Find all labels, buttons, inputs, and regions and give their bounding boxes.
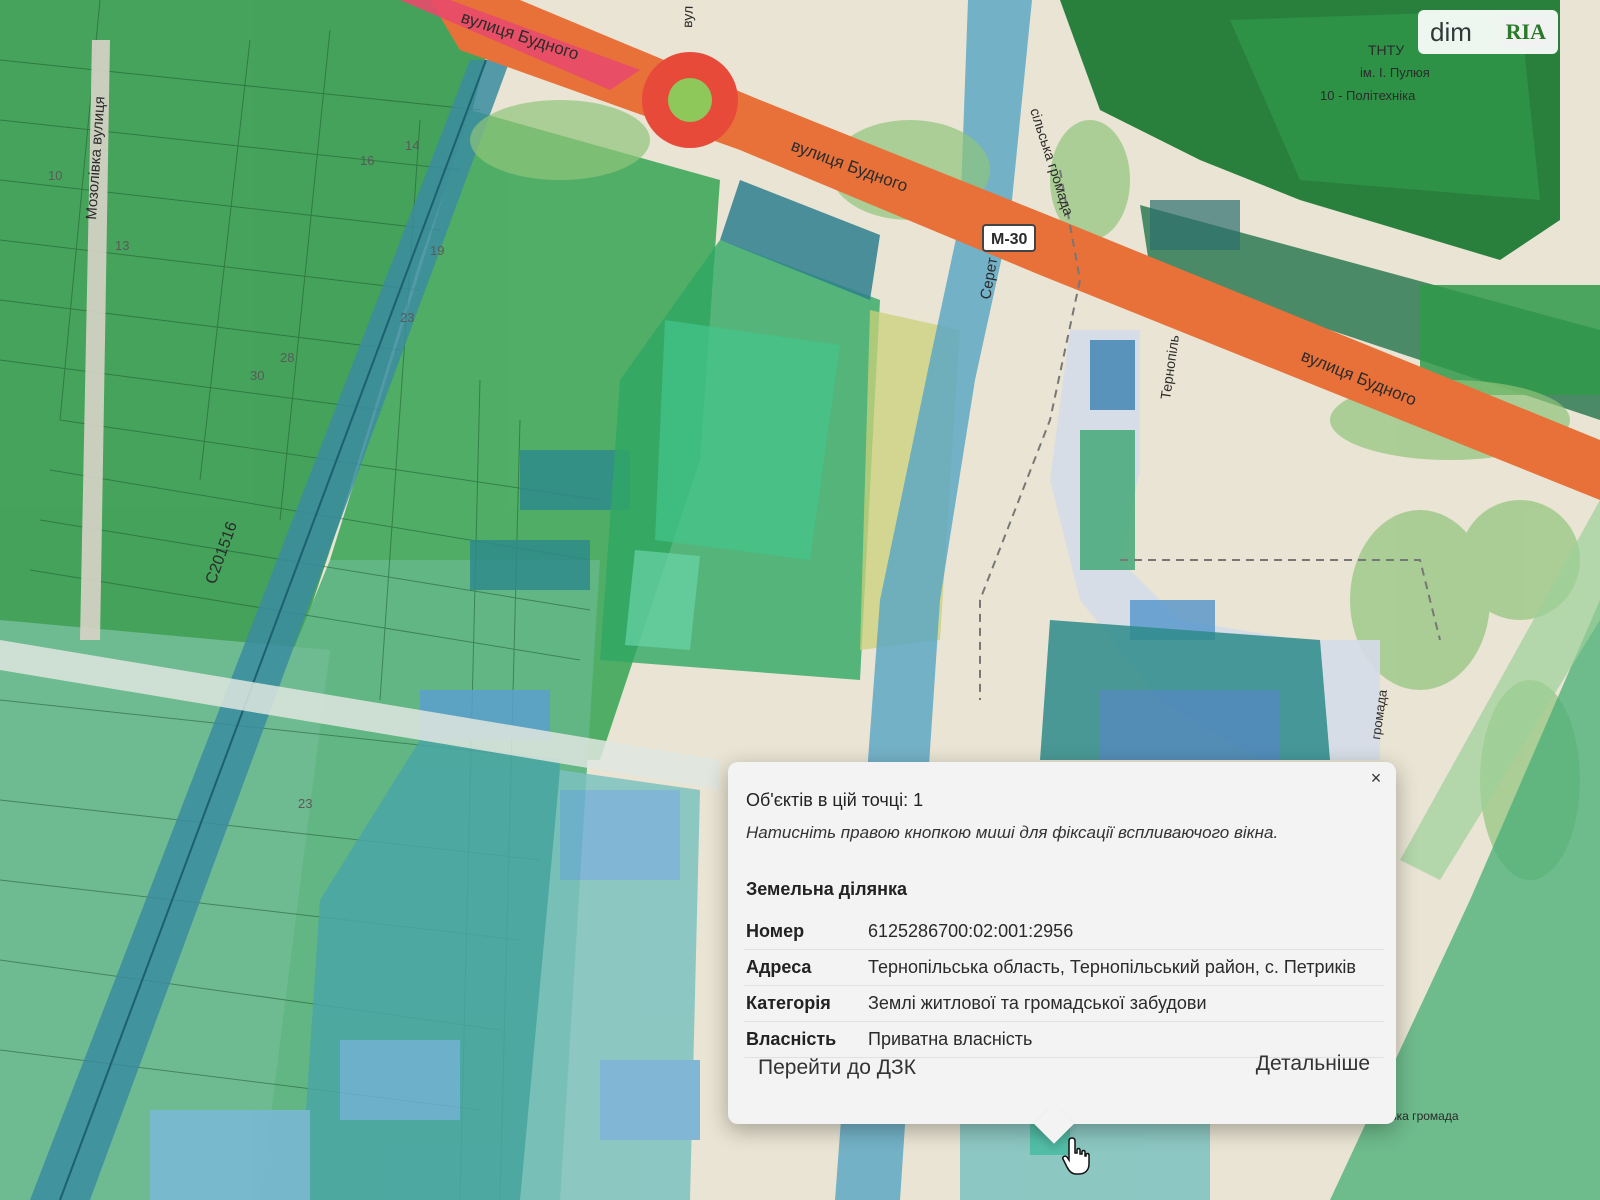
svg-text:30: 30 [250, 368, 264, 383]
watermark-logo: dim RIA [1418, 10, 1558, 54]
attr-key: Власність [744, 1021, 868, 1058]
svg-text:14: 14 [405, 138, 419, 153]
attr-value: Тернопільська область, Тернопільський ра… [868, 949, 1384, 986]
poi-label-1: ТНТУ [1368, 42, 1404, 58]
attr-key: Номер [744, 914, 868, 950]
svg-text:10: 10 [48, 168, 62, 183]
section-title: Земельна ділянка [746, 879, 908, 899]
poi-label-2: ім. І. Пулюя [1360, 65, 1430, 80]
svg-text:13: 13 [115, 238, 129, 253]
roundabout[interactable] [642, 52, 738, 148]
svg-text:16: 16 [360, 153, 374, 168]
attr-value: Землі житлової та громадської забудови [868, 985, 1384, 1022]
parcel-attributes-table: Номер 6125286700:02:001:2956 Адреса Терн… [744, 914, 1384, 1058]
attr-key: Категорія [744, 985, 868, 1022]
svg-text:23: 23 [400, 310, 414, 325]
close-icon[interactable]: × [1366, 768, 1386, 788]
popup-hint: Натисніть правою кнопкою миші для фіксац… [746, 823, 1279, 842]
attr-key: Адреса [744, 949, 868, 986]
poi-label-3: 10 - Політехніка [1320, 88, 1416, 103]
route-badge: M-30 [982, 224, 1036, 252]
details-link[interactable]: Детальніше [1256, 1052, 1370, 1076]
parcel-info-popup[interactable]: × Об'єктів в цій точці: 1 Натисніть прав… [728, 762, 1396, 1144]
svg-text:28: 28 [280, 350, 294, 365]
side-street-label: вул [679, 6, 696, 29]
svg-text:M-30: M-30 [991, 231, 1028, 248]
hand-pointer-icon [1062, 1137, 1090, 1175]
watermark-text: dim [1430, 16, 1472, 47]
svg-text:23: 23 [298, 796, 312, 811]
objects-count: Об'єктів в цій точці: 1 [746, 790, 924, 810]
table-row: Категорія Землі житлової та громадської … [744, 985, 1384, 1022]
table-row: Адреса Тернопільська область, Тернопільс… [744, 949, 1384, 986]
table-row: Номер 6125286700:02:001:2956 [744, 914, 1384, 950]
svg-text:19: 19 [430, 243, 444, 258]
watermark-badge: RIA [1501, 17, 1550, 47]
goto-dzk-link[interactable]: Перейти до ДЗК [758, 1056, 916, 1080]
attr-value: 6125286700:02:001:2956 [868, 914, 1384, 950]
